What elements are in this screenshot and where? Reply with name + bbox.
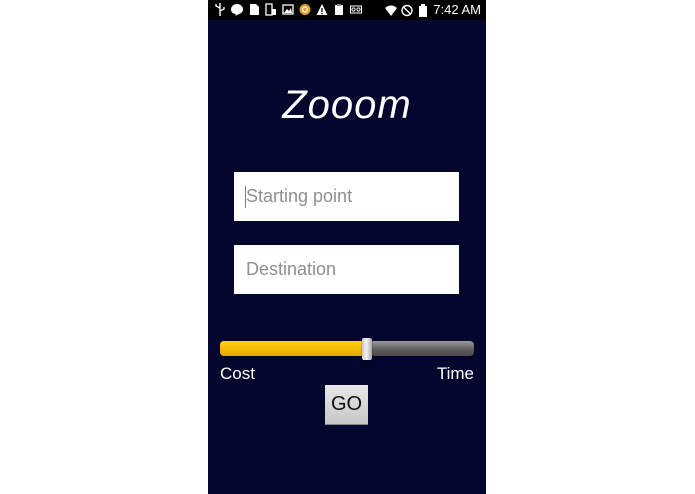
slider-min-label: Cost <box>220 364 255 383</box>
system-icons: 7:42 AM <box>385 3 481 17</box>
sim-icon <box>250 4 259 15</box>
image-icon <box>282 4 294 15</box>
wifi-icon <box>385 5 398 16</box>
destination-input[interactable] <box>234 245 459 294</box>
status-bar: 7:42 AM <box>208 0 486 20</box>
no-signal-icon <box>401 4 413 16</box>
notification-icons <box>214 3 362 16</box>
app-title: Zooom <box>282 83 412 127</box>
starting-point-input[interactable] <box>234 172 459 221</box>
phone-tablet-icon <box>265 3 276 16</box>
messenger-icon <box>231 4 243 16</box>
text-cursor <box>245 186 246 208</box>
clipboard-icon <box>335 4 343 15</box>
cost-time-slider[interactable] <box>220 338 474 360</box>
slider-max-label: Time <box>436 364 474 383</box>
slider-fill <box>220 341 367 356</box>
phone-screen: 7:42 AM Zooom Cost Time GO <box>208 0 486 494</box>
slider-thumb[interactable] <box>362 338 372 360</box>
go-button[interactable]: GO <box>325 385 368 424</box>
usb-icon <box>215 3 225 16</box>
clock-time: 7:42 AM <box>433 2 481 17</box>
app-o-icon <box>299 4 311 15</box>
battery-icon <box>419 3 428 17</box>
voicemail-icon <box>350 5 362 14</box>
warning-icon <box>316 4 328 15</box>
